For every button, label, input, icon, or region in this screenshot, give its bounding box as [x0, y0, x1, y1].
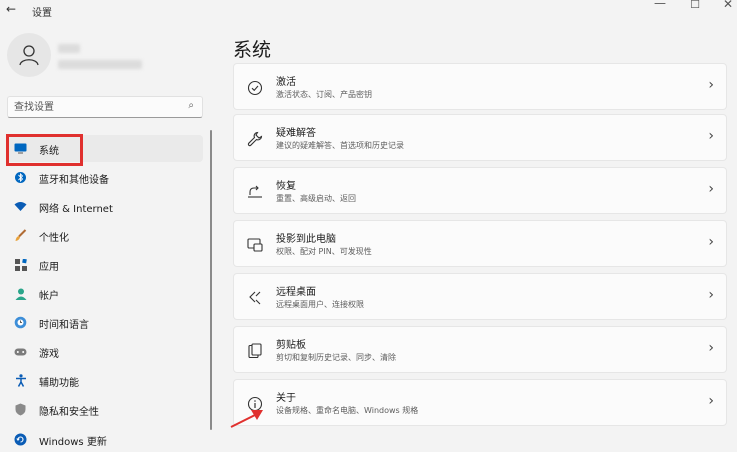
info-icon: [246, 395, 263, 412]
card-subtitle: 剪切和复制历史记录、同步、清除: [276, 353, 396, 362]
globe-clock-icon: [14, 316, 27, 329]
sidebar-item-label: 系统: [39, 146, 59, 157]
avatar[interactable]: [7, 33, 51, 77]
card-subtitle: 激活状态、订阅、产品密钥: [276, 90, 372, 99]
sidebar-item-label: 网络 & Internet: [39, 204, 113, 215]
card-subtitle: 权限、配对 PIN、可发现性: [276, 247, 372, 256]
sidebar-item-label: 蓝牙和其他设备: [39, 175, 109, 186]
close-button[interactable]: ✕: [718, 0, 737, 11]
remote-desktop-icon: [246, 289, 263, 306]
recovery-icon: [246, 183, 263, 200]
sidebar-item-label: 帐户: [39, 291, 59, 302]
card-title: 激活: [276, 77, 296, 88]
settings-card-troubleshoot[interactable]: 疑难解答 建议的疑难解答、首选项和历史记录 ›: [233, 114, 727, 161]
gamepad-icon: [14, 345, 27, 358]
accessibility-icon: [14, 374, 27, 387]
sidebar-item-system[interactable]: 系统: [7, 135, 203, 162]
sidebar-item-bluetooth[interactable]: 蓝牙和其他设备: [7, 164, 203, 191]
chevron-right-icon: ›: [708, 234, 714, 250]
sidebar-item-gaming[interactable]: 游戏: [7, 338, 203, 365]
projector-icon: [246, 236, 263, 253]
card-title: 投影到此电脑: [276, 234, 336, 245]
minimize-button[interactable]: —: [650, 0, 670, 10]
sidebar-scrollbar[interactable]: [210, 130, 212, 430]
user-email-redacted: [58, 60, 142, 69]
display-icon: [14, 142, 27, 155]
chevron-right-icon: ›: [708, 77, 714, 93]
back-button[interactable]: ←: [6, 2, 16, 16]
sidebar-item-apps[interactable]: 应用: [7, 251, 203, 278]
bluetooth-icon: [14, 171, 27, 184]
settings-card-about[interactable]: 关于 设备规格、重命名电脑、Windows 规格 ›: [233, 379, 727, 426]
settings-card-clipboard[interactable]: 剪贴板 剪切和复制历史记录、同步、清除 ›: [233, 326, 727, 373]
user-icon: [19, 45, 39, 66]
chevron-right-icon: ›: [708, 393, 714, 409]
search-input[interactable]: [14, 100, 174, 114]
chevron-right-icon: ›: [708, 340, 714, 356]
sidebar-item-time-language[interactable]: 时间和语言: [7, 309, 203, 336]
wrench-icon: [246, 130, 263, 147]
maximize-button[interactable]: ☐: [685, 0, 705, 11]
account-icon: [14, 287, 27, 300]
settings-card-project-to-pc[interactable]: 投影到此电脑 权限、配对 PIN、可发现性 ›: [233, 220, 727, 267]
sidebar-item-privacy[interactable]: 隐私和安全性: [7, 396, 203, 423]
title-bar: ← 设置 — ☐ ✕: [0, 0, 737, 22]
user-name-redacted: [58, 44, 80, 53]
sidebar-item-network[interactable]: 网络 & Internet: [7, 193, 203, 220]
card-title: 疑难解答: [276, 128, 316, 139]
card-title: 剪贴板: [276, 340, 306, 351]
sidebar-item-label: 辅助功能: [39, 378, 79, 389]
apps-icon: [14, 258, 27, 271]
sidebar-item-accessibility[interactable]: 辅助功能: [7, 367, 203, 394]
card-subtitle: 设备规格、重命名电脑、Windows 规格: [276, 406, 419, 415]
search-icon[interactable]: ⌕: [188, 100, 194, 111]
chevron-right-icon: ›: [708, 128, 714, 144]
sidebar-item-personalization[interactable]: 个性化: [7, 222, 203, 249]
check-circle-icon: [246, 79, 263, 96]
sidebar-item-label: Windows 更新: [39, 437, 107, 448]
card-subtitle: 建议的疑难解答、首选项和历史记录: [276, 141, 404, 150]
chevron-right-icon: ›: [708, 181, 714, 197]
card-title: 恢复: [276, 181, 296, 192]
brush-icon: [14, 229, 27, 242]
sidebar-item-label: 隐私和安全性: [39, 407, 99, 418]
settings-card-remote-desktop[interactable]: 远程桌面 远程桌面用户、连接权限 ›: [233, 273, 727, 320]
sidebar-item-accounts[interactable]: 帐户: [7, 280, 203, 307]
card-subtitle: 远程桌面用户、连接权限: [276, 300, 364, 309]
sidebar-item-label: 个性化: [39, 233, 69, 244]
shield-icon: [14, 403, 27, 416]
update-icon: [14, 433, 27, 446]
sidebar-item-windows-update[interactable]: Windows 更新: [7, 426, 203, 452]
card-subtitle: 重置、高级启动、返回: [276, 194, 356, 203]
sidebar-item-label: 游戏: [39, 349, 59, 360]
chevron-right-icon: ›: [708, 287, 714, 303]
clipboard-icon: [246, 342, 263, 359]
card-title: 关于: [276, 393, 296, 404]
search-box[interactable]: ⌕: [7, 96, 203, 118]
sidebar-item-label: 应用: [39, 262, 59, 273]
card-title: 远程桌面: [276, 287, 316, 298]
page-title: 系统: [233, 39, 272, 61]
app-title: 设置: [32, 8, 52, 19]
settings-card-recovery[interactable]: 恢复 重置、高级启动、返回 ›: [233, 167, 727, 214]
wifi-icon: [14, 200, 27, 213]
settings-card-activation[interactable]: 激活 激活状态、订阅、产品密钥 ›: [233, 63, 727, 110]
sidebar-item-label: 时间和语言: [39, 320, 89, 331]
